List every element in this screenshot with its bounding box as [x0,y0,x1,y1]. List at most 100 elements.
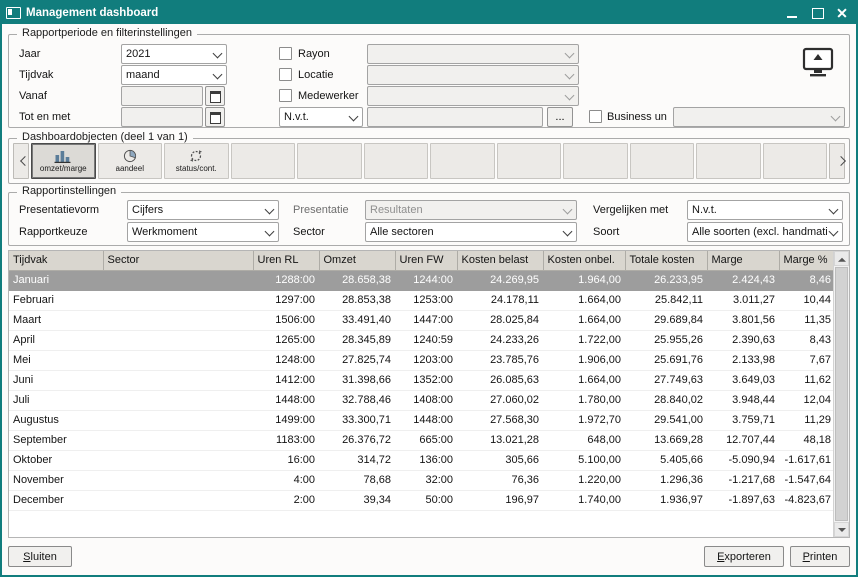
business-unit-select[interactable] [673,107,845,127]
table-cell: 3.649,03 [707,370,779,390]
scrollbar-thumb[interactable] [835,267,848,521]
table-cell: 28.840,02 [625,390,707,410]
dashboard-item-empty[interactable] [297,143,362,179]
titlebar[interactable]: Management dashboard [2,2,856,24]
maximize-button[interactable] [807,4,827,22]
dashboard-item-empty[interactable] [231,143,296,179]
column-header[interactable]: Kosten belast [457,251,543,270]
table-row[interactable]: Januari1288:0028.658,381244:0024.269,951… [9,270,835,290]
table-cell [103,290,253,310]
minimize-button[interactable] [782,4,802,22]
column-header[interactable]: Sector [103,251,253,270]
table-row[interactable]: December2:0039,3450:00196,971.740,001.93… [9,490,835,510]
table-cell: 24.269,95 [457,270,543,290]
locatie-checkbox[interactable] [279,68,292,81]
table-cell: 12.707,44 [707,430,779,450]
column-header[interactable]: Omzet [319,251,395,270]
fullscreen-dashboard-button[interactable] [795,43,841,81]
close-button[interactable] [832,4,852,22]
table-row[interactable]: Juli1448:0032.788,461408:0027.060,021.78… [9,390,835,410]
column-header[interactable]: Uren RL [253,251,319,270]
soort-select[interactable]: Alle soorten (excl. handmatig [687,222,843,242]
column-header[interactable]: Marge [707,251,779,270]
nvt-select[interactable]: N.v.t. [279,107,363,127]
presentatievorm-select[interactable]: Cijfers [127,200,279,220]
medewerker-checkbox[interactable] [279,89,292,102]
dashboard-item-omzet-marge[interactable]: omzet/marge [31,143,96,179]
rayon-checkbox[interactable] [279,47,292,60]
table-cell: 32.788,46 [319,390,395,410]
table-row[interactable]: Maart1506:0033.491,401447:0028.025,841.6… [9,310,835,330]
jaar-select[interactable]: 2021 [121,44,227,64]
tot-en-met-calendar-button[interactable] [205,107,225,127]
table-cell: 78,68 [319,470,395,490]
vanaf-calendar-button[interactable] [205,86,225,106]
table-row[interactable]: April1265:0028.345,891240:5924.233,261.7… [9,330,835,350]
table-cell [103,390,253,410]
dashboard-item-empty[interactable] [630,143,695,179]
table-row[interactable]: November4:0078,6832:0076,361.220,001.296… [9,470,835,490]
table-cell: 1506:00 [253,310,319,330]
presentatie-select-value: Resultaten [370,204,561,216]
tijdvak-select[interactable]: maand [121,65,227,85]
dashboard-item-empty[interactable] [430,143,495,179]
dashboard-item-empty[interactable] [497,143,562,179]
rapportkeuze-select[interactable]: Werkmoment [127,222,279,242]
dashboard-item-empty[interactable] [364,143,429,179]
dashboard-item-empty[interactable] [696,143,761,179]
sluiten-button[interactable]: Sluiten [8,546,72,567]
sector-select[interactable]: Alle sectoren [365,222,577,242]
column-header[interactable]: Tijdvak [9,251,103,270]
column-header[interactable]: Marge % [779,251,835,270]
medewerker-select[interactable] [367,86,579,106]
dashboard-item-aandeel[interactable]: aandeel [98,143,163,179]
calendar-icon [210,91,221,103]
chevron-down-icon [213,71,222,80]
browse-button[interactable]: ... [547,107,573,127]
table-cell: 2.390,63 [707,330,779,350]
chevron-down-icon [563,228,572,237]
table-row[interactable]: Februari1297:0028.853,381253:0024.178,11… [9,290,835,310]
exporteren-button[interactable]: Exporteren [704,546,784,567]
pie-chart-icon [122,149,138,163]
dashboard-item-label: omzet/marge [40,164,87,173]
locatie-select[interactable] [367,65,579,85]
dashboard-next-button[interactable] [829,143,845,179]
table-cell: 1408:00 [395,390,457,410]
table-cell: 11,62 [779,370,835,390]
printen-button[interactable]: Printen [790,546,850,567]
chevron-left-icon [21,161,28,168]
column-header[interactable]: Uren FW [395,251,457,270]
chevron-down-icon [563,206,572,215]
business-unit-checkbox[interactable] [589,110,602,123]
scroll-down-icon[interactable] [834,522,849,537]
table-cell: 24.233,26 [457,330,543,350]
presentatie-select[interactable]: Resultaten [365,200,577,220]
vertical-scrollbar[interactable] [833,251,849,537]
table-row[interactable]: Oktober16:00314,72136:00305,665.100,005.… [9,450,835,470]
report-settings-group: Rapportinstellingen Presentatievorm Cijf… [8,192,850,246]
table-cell: 665:00 [395,430,457,450]
table-row[interactable]: Mei1248:0027.825,741203:0023.785,761.906… [9,350,835,370]
chevron-down-icon [265,206,274,215]
column-header[interactable]: Totale kosten [625,251,707,270]
vanaf-input[interactable] [121,86,203,106]
filter-input[interactable] [367,107,543,127]
window-title: Management dashboard [26,7,777,19]
table-cell: 1248:00 [253,350,319,370]
table-cell: 26.233,95 [625,270,707,290]
dashboard-prev-button[interactable] [13,143,29,179]
table-cell [103,450,253,470]
dashboard-item-empty[interactable] [763,143,828,179]
table-row[interactable]: Augustus1499:0033.300,711448:0027.568,30… [9,410,835,430]
vergelijken-met-select[interactable]: N.v.t. [687,200,843,220]
column-header[interactable]: Kosten onbel. [543,251,625,270]
table-cell: 32:00 [395,470,457,490]
dashboard-item-empty[interactable] [563,143,628,179]
dashboard-item-status-cont[interactable]: status/cont. [164,143,229,179]
table-row[interactable]: Juni1412:0031.398,661352:0026.085,631.66… [9,370,835,390]
tot-en-met-input[interactable] [121,107,203,127]
rayon-select[interactable] [367,44,579,64]
scroll-up-icon[interactable] [834,251,849,266]
table-row[interactable]: September1183:0026.376,72665:0013.021,28… [9,430,835,450]
